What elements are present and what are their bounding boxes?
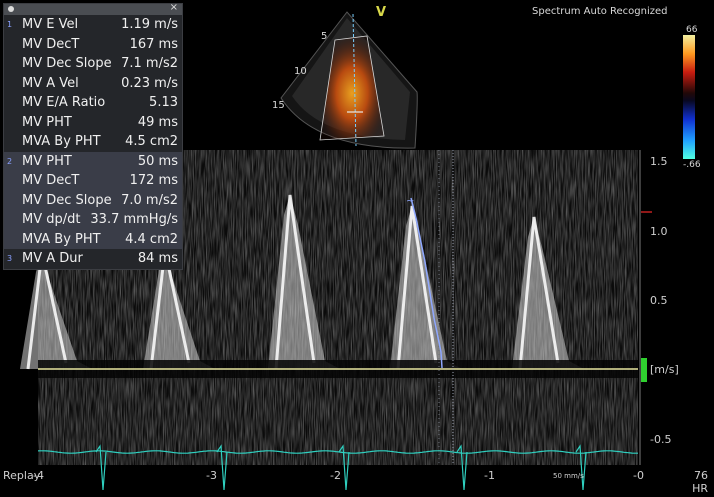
measurement-label: MV DecT (22, 36, 80, 52)
measurement-list: 1 MV E Vel 1.19 m/s MV DecT 167 ms MV Dec Slo… (4, 15, 182, 269)
measurement-value: 49 ms (137, 114, 178, 130)
measurement-row[interactable]: 3 MV A Dur 84 ms (4, 249, 182, 269)
measurement-group-index: 2 (7, 156, 13, 166)
measurement-group-index: 3 (7, 254, 13, 263)
measurement-label: MV dp/dt (22, 212, 81, 227)
measurement-value: 172 ms (129, 173, 178, 188)
status-text: Spectrum Auto Recognized (532, 6, 668, 17)
measurement-value: 5.13 (149, 95, 178, 110)
measurement-value: 7.1 m/s2 (121, 56, 178, 71)
measurement-label: MV DecT (22, 173, 80, 188)
measurement-group-index: 1 (7, 20, 13, 29)
measurement-row[interactable]: MV E/A Ratio 5.13 (4, 93, 182, 113)
measurement-label: MV A Dur (22, 251, 83, 266)
measurement-label: MV PHT (22, 114, 72, 130)
velocity-tick-1-0: 1.0 (650, 225, 668, 238)
measurement-row[interactable]: MV PHT 49 ms (4, 113, 182, 133)
sweep-speed: 50 mm/s (553, 472, 584, 480)
measurement-row[interactable]: 2 MV PHT 50 ms (4, 151, 182, 171)
depth-label-15: 15 (272, 100, 285, 111)
measurement-label: MVA By PHT (22, 134, 101, 149)
measurement-label: MV E Vel (22, 17, 79, 32)
measurement-row[interactable]: MVA By PHT 4.5 cm2 (4, 132, 182, 152)
measurement-row[interactable]: 1 MV E Vel 1.19 m/s (4, 15, 182, 35)
measurement-value: 7.0 m/s2 (121, 192, 178, 208)
measurement-row[interactable]: MV dp/dt 33.7 mmHg/s (4, 210, 182, 230)
velocity-tick-1-5: 1.5 (650, 155, 668, 168)
measurement-panel-header[interactable]: × (4, 2, 182, 15)
color-bar-bottom-label: -.66 (683, 160, 701, 170)
measurement-row[interactable]: MV DecT 167 ms (4, 35, 182, 55)
close-icon[interactable]: × (170, 2, 178, 13)
panel-menu-icon[interactable] (8, 6, 14, 12)
measurement-panel[interactable]: × 1 MV E Vel 1.19 m/s MV DecT 167 ms MV Dec S… (3, 2, 183, 270)
measurement-row[interactable]: MV Dec Slope 7.0 m/s2 (4, 190, 182, 210)
time-tick-1: -1 (484, 469, 495, 482)
measurement-value: 0.23 m/s (121, 75, 178, 91)
heart-rate-value: 76 (694, 469, 708, 482)
color-bar-top-label: 66 (686, 25, 698, 35)
measurement-value: 167 ms (129, 36, 178, 52)
velocity-unit: [m/s] (650, 363, 679, 376)
depth-label-5: 5 (321, 31, 328, 42)
depth-label-10: 10 (294, 66, 307, 77)
time-tick-2: -2 (330, 469, 341, 482)
measurement-row[interactable]: MV Dec Slope 7.1 m/s2 (4, 54, 182, 74)
measurement-label: MV A Vel (22, 75, 79, 91)
measurement-label: MVA By PHT (22, 231, 101, 247)
velocity-tick-0-5: 0.5 (650, 294, 668, 307)
heart-rate-label: HR (692, 482, 708, 495)
mode-letter: V (376, 5, 387, 20)
time-tick-4: -4 (33, 469, 44, 482)
time-tick-0: -0 (633, 469, 644, 482)
measurement-row[interactable]: MV DecT 172 ms (4, 171, 182, 191)
measurement-label: MV E/A Ratio (22, 95, 106, 110)
measurement-value: 4.5 cm2 (125, 134, 178, 149)
trace-mark: ~ (406, 196, 414, 207)
measurement-value: 50 ms (137, 153, 178, 169)
baseline-marker (641, 358, 647, 382)
velocity-tick-neg-0-5: -0.5 (650, 433, 672, 446)
measurement-value: 33.7 mmHg/s (90, 212, 178, 227)
measurement-value: 1.19 m/s (121, 17, 178, 32)
measurement-label: MV Dec Slope (22, 192, 112, 208)
measurement-value: 4.4 cm2 (125, 231, 178, 247)
measurement-value: 84 ms (137, 251, 178, 266)
color-velocity-bar (683, 35, 695, 159)
measurement-row[interactable]: MVA By PHT 4.4 cm2 (4, 229, 182, 249)
measurement-label: MV PHT (22, 153, 72, 169)
measurement-row[interactable]: MV A Vel 0.23 m/s (4, 74, 182, 94)
time-tick-3: -3 (206, 469, 217, 482)
measurement-label: MV Dec Slope (22, 56, 112, 71)
